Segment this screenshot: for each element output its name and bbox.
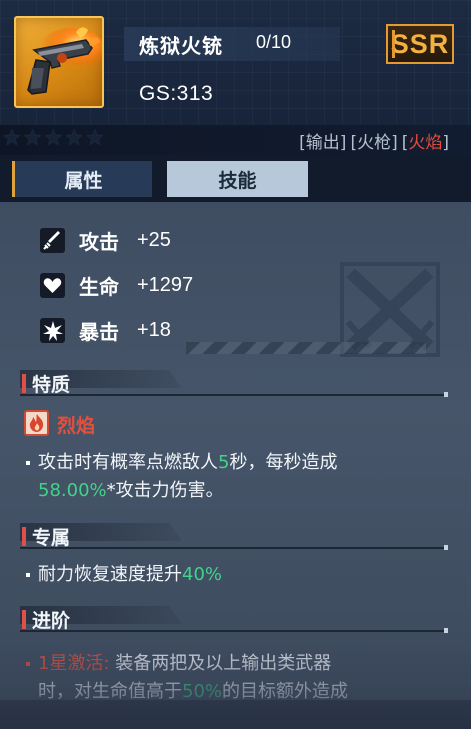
- tab-attributes[interactable]: 属性: [12, 161, 152, 197]
- star-icon: ★: [2, 126, 22, 151]
- section-marker: [22, 374, 26, 393]
- hazard-stripe: [186, 342, 426, 354]
- weapon-level: 0/10: [256, 32, 292, 52]
- stat-label: 攻击: [79, 230, 119, 254]
- stat-value: +18: [137, 319, 171, 341]
- section-marker: [22, 610, 26, 629]
- stat-label: 生命: [79, 275, 119, 299]
- section-title: 进阶: [32, 610, 71, 632]
- stat-attack: 攻击 +25: [40, 226, 171, 255]
- stat-crit: 暴击 +18: [40, 316, 171, 345]
- star-icon: ★: [64, 126, 84, 151]
- bottom-bar: [0, 700, 471, 729]
- gear-score: GS:313: [139, 82, 214, 105]
- stat-value: +1297: [137, 274, 194, 296]
- weapon-tags: [输出] [火枪] [火焰]: [299, 128, 449, 153]
- weapon-portrait: [14, 16, 104, 108]
- section-advance: 进阶: [20, 606, 448, 634]
- section-title: 专属: [32, 527, 71, 549]
- exclusive-description: 耐力恢复速度提升40%: [26, 561, 222, 589]
- section-marker: [22, 527, 26, 546]
- rarity-badge: SSR: [386, 24, 454, 64]
- stat-health: 生命 +1297: [40, 271, 193, 300]
- trait-description: 攻击时有概率点燃敌人5秒，每秒造成 58.00%*攻击力伤害。: [26, 449, 337, 505]
- weapon-name: 炼狱火铳: [139, 34, 223, 58]
- section-exclusive: 专属: [20, 523, 448, 551]
- flame-icon: [24, 410, 49, 436]
- star-rating: ★ ★ ★ ★ ★: [2, 127, 105, 151]
- section-trait: 特质: [20, 370, 448, 398]
- flame-pistol-icon: [27, 27, 102, 95]
- trait-name: 烈焰: [57, 415, 96, 437]
- stat-value: +25: [137, 229, 171, 251]
- tag-output: [输出]: [299, 133, 347, 153]
- sword-icon: [40, 228, 65, 253]
- burst-icon: [40, 318, 65, 343]
- stat-label: 暴击: [79, 320, 119, 344]
- heart-icon: [40, 273, 65, 298]
- advance-description: 1星激活: 装备两把及以上输出类武器 时，对生命值高于50%的目标额外造成: [26, 650, 348, 706]
- tag-fire: [火焰]: [401, 133, 449, 153]
- tag-firearm: [火枪]: [350, 133, 398, 153]
- star-icon: ★: [43, 126, 64, 151]
- tab-skills[interactable]: 技能: [167, 161, 308, 197]
- star-icon: ★: [22, 126, 43, 151]
- section-title: 特质: [32, 374, 71, 396]
- star-icon: ★: [84, 126, 105, 151]
